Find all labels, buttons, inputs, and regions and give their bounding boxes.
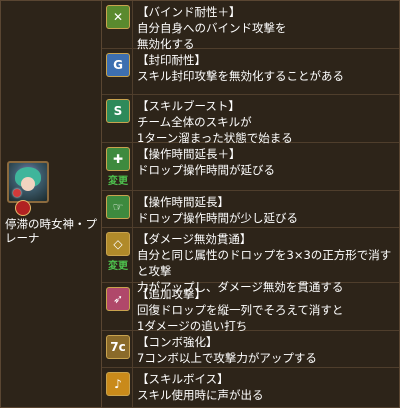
awakening-title: 【封印耐性】: [137, 53, 206, 67]
awakening-icon-cell: S: [102, 95, 133, 142]
awakening-text: 【追加攻撃】回復ドロップを縦一列でそろえて消すと 1ダメージの追い打ち: [137, 286, 395, 334]
awakening-description: 回復ドロップを縦一列でそろえて消すと 1ダメージの追い打ち: [137, 303, 344, 333]
awakening-description: 7コンボ以上で攻撃力がアップする: [137, 351, 317, 365]
awakening-text: 【操作時間延長＋】ドロップ操作時間が延びる: [137, 146, 395, 178]
skill-voice-icon[interactable]: ♪: [106, 372, 130, 396]
time-extend-icon[interactable]: ☞: [106, 195, 130, 219]
awakening-title: 【スキルボイス】: [137, 372, 229, 386]
awakening-text: 【スキルボイス】スキル使用時に声が出る: [137, 371, 395, 403]
awakening-title: 【スキルブースト】: [137, 99, 240, 113]
attribute-badge-icon: [15, 200, 31, 216]
awakening-icon-cell: 7c: [102, 331, 133, 367]
awakening-title: 【操作時間延長】: [137, 195, 229, 209]
skill-boost-icon[interactable]: S: [106, 99, 130, 123]
bind-resist-plus-icon[interactable]: ✕: [106, 5, 130, 29]
awakening-text: 【封印耐性】スキル封印攻撃を無効化することがある: [137, 52, 395, 84]
awakening-title: 【操作時間延長＋】: [137, 147, 241, 161]
combo-boost-icon[interactable]: 7c: [106, 335, 130, 359]
awakening-row: ☞ 【操作時間延長】ドロップ操作時間が少し延びる: [102, 191, 399, 228]
awakening-row: ➶ 【追加攻撃】回復ドロップを縦一列でそろえて消すと 1ダメージの追い打ち: [102, 283, 399, 334]
awakening-text: 【スキルブースト】チーム全体のスキルが 1ターン溜まった状態で始まる: [137, 98, 395, 146]
time-extend-plus-icon[interactable]: ✚: [106, 147, 130, 171]
awakening-icon-cell: ◇ 変更: [102, 228, 133, 282]
extra-attack-icon[interactable]: ➶: [106, 287, 130, 311]
skill-bind-resist-icon[interactable]: G: [106, 53, 130, 77]
awakening-row: ◇ 変更 【ダメージ無効貫通】 自分と同じ属性のドロップを3×3の正方形で消すと攻撃 …: [102, 228, 399, 294]
awakening-description: チーム全体のスキルが 1ターン溜まった状態で始まる: [137, 115, 293, 145]
awakening-row: G 【封印耐性】スキル封印攻撃を無効化することがある: [102, 49, 399, 95]
awakening-icon-cell: ☞: [102, 191, 133, 227]
changed-label: 変更: [108, 176, 128, 187]
awakening-icon-cell: ♪: [102, 368, 133, 407]
awakening-title: 【追加攻撃】: [137, 287, 206, 301]
awakening-row: S 【スキルブースト】チーム全体のスキルが 1ターン溜まった状態で始まる: [102, 95, 399, 146]
awakening-icon-cell: ✚ 変更: [102, 143, 133, 190]
awakening-skills-panel: 停滞の時女神・プレーナ ✕ 【バインド耐性＋】自分自身へのバインド攻撃を 無効化す…: [0, 0, 400, 408]
awakening-description: スキル封印攻撃を無効化することがある: [137, 69, 344, 83]
monster-portrait[interactable]: [7, 161, 49, 203]
monster-name[interactable]: 停滞の時女神・プレーナ: [5, 217, 99, 245]
awakening-row: 7c 【コンボ強化】 7コンボ以上で攻撃力がアップする: [102, 331, 399, 368]
awakening-text: 【操作時間延長】ドロップ操作時間が少し延びる: [137, 194, 395, 226]
changed-label: 変更: [108, 261, 128, 272]
awakening-title: 【バインド耐性＋】: [137, 5, 241, 19]
awakening-title: 【コンボ強化】: [137, 335, 218, 349]
awakening-text: 【コンボ強化】 7コンボ以上で攻撃力がアップする: [137, 334, 395, 366]
awakening-row: ✚ 変更 【操作時間延長＋】 ドロップ操作時間が延びる: [102, 143, 399, 191]
awakening-icon-cell: ➶: [102, 283, 133, 330]
awakening-icon-cell: G: [102, 49, 133, 94]
awakening-description: ドロップ操作時間が延びる: [137, 163, 275, 177]
awakening-description: 自分自身へのバインド攻撃を 無効化する: [137, 21, 287, 51]
awakening-title: 【ダメージ無効貫通】: [137, 232, 252, 246]
awakening-text: 【バインド耐性＋】自分自身へのバインド攻撃を 無効化する: [137, 4, 395, 52]
awakening-icon-cell: ✕: [102, 1, 133, 48]
awakening-description: スキル使用時に声が出る: [137, 388, 264, 402]
awakening-row: ✕ 【バインド耐性＋】自分自身へのバインド攻撃を 無効化する: [102, 1, 399, 52]
awakening-description: ドロップ操作時間が少し延びる: [137, 211, 298, 225]
monster-column: 停滞の時女神・プレーナ: [1, 1, 102, 407]
void-damage-pierce-icon[interactable]: ◇: [106, 232, 130, 256]
awakening-row: ♪ 【スキルボイス】スキル使用時に声が出る: [102, 368, 399, 408]
